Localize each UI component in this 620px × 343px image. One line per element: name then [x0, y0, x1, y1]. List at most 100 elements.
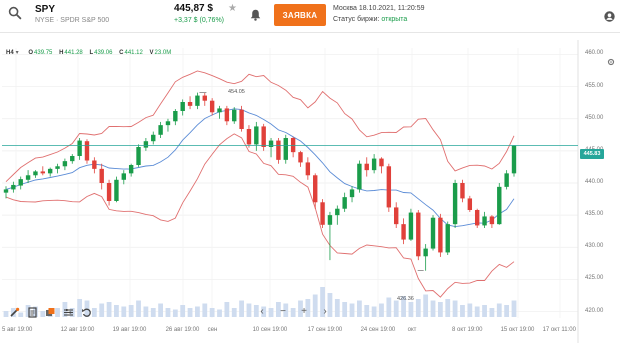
undo-tool-button[interactable] — [80, 306, 92, 318]
candle-body — [460, 183, 465, 199]
candle-body — [438, 217, 443, 253]
scroll-left-button[interactable]: ‹ — [257, 307, 267, 317]
price-chart[interactable]: H4 ▾ O439.75 H441.28 L439.06 C441.12 V23.… — [0, 40, 620, 343]
candle-body — [165, 121, 171, 126]
instrument-header: SPY NYSE · SPDR S&P 500 445,87 $ +3,37 $… — [0, 0, 620, 33]
star-icon[interactable]: ★ — [228, 3, 237, 14]
volume-bar — [452, 300, 458, 317]
volume-bar — [356, 300, 362, 317]
candle-body — [364, 163, 369, 171]
candle-body — [55, 166, 60, 169]
x-axis-tick-label: сен — [207, 327, 218, 333]
candle-body — [357, 163, 362, 190]
close-label: C — [119, 50, 124, 56]
volume-bar — [437, 302, 443, 317]
gear-icon — [607, 58, 615, 66]
volume-bar — [239, 300, 244, 317]
order-button[interactable]: ЗАЯВКА — [274, 4, 326, 26]
candle-body — [371, 158, 377, 171]
volume-bar — [217, 309, 222, 317]
volume-bar — [99, 303, 105, 317]
alerts-button[interactable] — [250, 8, 261, 26]
volume-bar — [158, 303, 164, 317]
volume-bar — [415, 299, 421, 317]
candle-body — [209, 100, 215, 113]
candle-body — [327, 215, 333, 225]
candle-body — [445, 224, 450, 253]
current-price-tag: 445.83 — [580, 149, 604, 159]
candle-body — [474, 210, 480, 226]
candle-body — [268, 140, 274, 147]
x-axis-tick-label: 17 сен 19:00 — [307, 327, 343, 333]
candle-body — [394, 207, 399, 225]
search-icon — [8, 6, 22, 20]
server-time: Москва 18.10.2021, 11:20:59 — [333, 5, 425, 12]
candle-body — [452, 183, 458, 225]
chevron-down-icon[interactable]: ▾ — [16, 50, 19, 56]
candle-body — [47, 168, 53, 174]
y-axis-tick-label: 460.00 — [585, 50, 604, 57]
x-axis-tick-label: 12 авг 19:00 — [60, 327, 95, 333]
candle-body — [239, 109, 244, 129]
candle-body — [158, 125, 163, 135]
zoom-in-button[interactable]: + — [299, 307, 309, 317]
candle-body — [298, 152, 303, 163]
x-axis-tick-label: 10 сен 19:00 — [252, 327, 288, 333]
y-axis-tick-label: 425.00 — [585, 275, 604, 282]
volume-bar — [231, 308, 237, 317]
candle-body — [283, 138, 288, 160]
y-axis-tick-label: 440.00 — [585, 179, 604, 185]
y-axis-tick-label: 455.00 — [585, 82, 604, 89]
candle-body — [33, 171, 38, 176]
exchange-status-value: открыта — [381, 16, 408, 23]
layers-tool-button[interactable] — [44, 306, 56, 318]
close-value: 441.12 — [124, 50, 143, 56]
volume-bar — [460, 305, 465, 317]
timeframe-selector[interactable]: H4 — [6, 50, 14, 56]
brush-icon — [9, 307, 19, 317]
candle-body — [92, 160, 97, 169]
volume-bar — [496, 303, 502, 317]
candle-body — [430, 217, 436, 249]
candle-body — [11, 184, 16, 190]
volume-bar — [467, 303, 473, 317]
candle-body — [106, 183, 112, 201]
volume-bar — [379, 303, 384, 317]
volume-bar — [430, 300, 436, 317]
price-change: +3,37 $ (0,76%) — [174, 17, 225, 24]
volume-bar — [504, 305, 510, 317]
open-value: 439.75 — [34, 50, 53, 56]
candle-body — [320, 202, 325, 225]
candle-body — [504, 173, 509, 187]
volume-bar — [128, 305, 134, 317]
x-axis-tick-label: 8 окт 19:00 — [452, 327, 483, 333]
brush-tool-button[interactable] — [8, 306, 20, 318]
undo-icon — [81, 308, 91, 317]
chart-settings-button[interactable] — [607, 53, 615, 71]
indicators-tool-button[interactable] — [62, 306, 74, 318]
candle-body — [489, 216, 495, 225]
chart-canvas[interactable] — [0, 40, 620, 343]
notes-tool-button[interactable] — [26, 306, 38, 318]
volume-bar — [342, 302, 348, 317]
candle-body — [40, 171, 46, 174]
candle-body — [84, 141, 90, 161]
search-button[interactable] — [8, 6, 24, 22]
y-axis-tick-label: 420.00 — [585, 307, 604, 314]
candle-body — [195, 95, 200, 106]
candle-body — [99, 168, 104, 183]
volume-bar — [334, 299, 340, 317]
exchange-status-label: Статус биржи: — [333, 16, 382, 23]
volume-bar — [349, 303, 355, 317]
zoom-out-button[interactable]: − — [278, 307, 288, 317]
candle-body — [18, 179, 23, 186]
volume-value: 23.0M — [154, 50, 172, 56]
profile-button[interactable] — [604, 9, 615, 27]
volume-bar — [180, 305, 186, 317]
candle-body — [386, 166, 392, 208]
x-axis-tick-label: 15 окт 19:00 — [500, 327, 535, 333]
volume-bar — [172, 309, 178, 317]
user-icon — [604, 11, 615, 22]
scroll-right-button[interactable]: › — [320, 307, 330, 317]
volume-bar — [202, 303, 208, 317]
